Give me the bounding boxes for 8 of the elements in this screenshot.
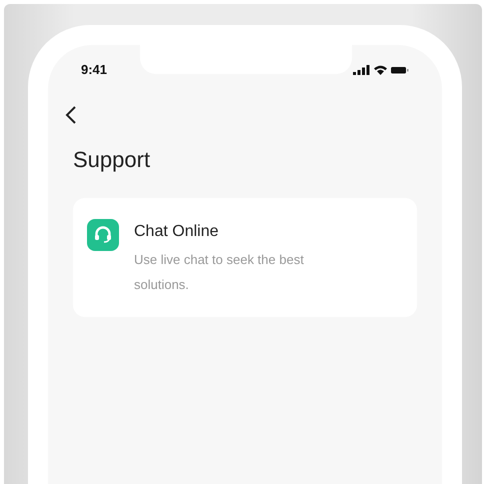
headset-icon xyxy=(87,219,119,251)
status-icons xyxy=(353,64,409,76)
support-option-card[interactable]: Chat Online Use live chat to seek the best solutions. xyxy=(73,198,417,317)
page-title: Support xyxy=(73,147,152,173)
option-description: Use live chat to seek the best solutions. xyxy=(134,251,305,294)
back-icon[interactable] xyxy=(65,105,77,125)
status-time: 9:41 xyxy=(81,62,108,77)
option-title: Chat Online xyxy=(134,223,220,241)
